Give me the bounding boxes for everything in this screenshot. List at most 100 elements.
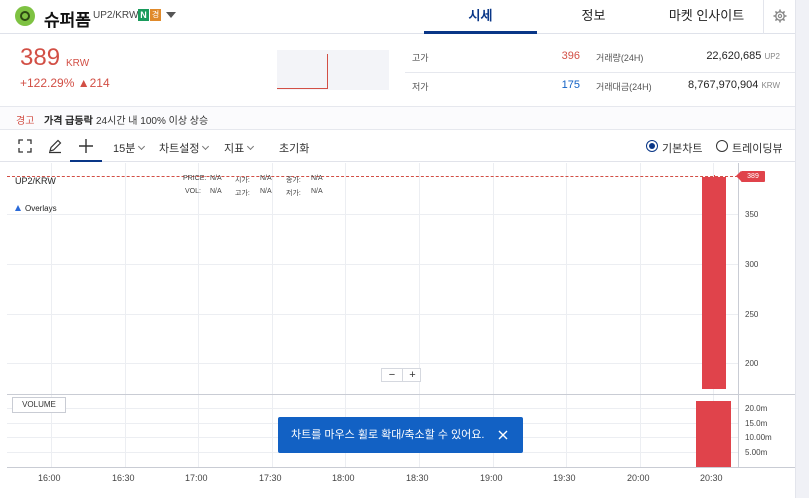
grid-line xyxy=(7,214,738,215)
overlays-label: Overlays xyxy=(25,204,57,213)
coin-name[interactable]: 슈퍼폼 xyxy=(44,6,91,31)
volume-tick: 10.00m xyxy=(745,433,772,442)
fullscreen-icon[interactable] xyxy=(17,138,33,154)
ohlc-price-label: PRICE: xyxy=(183,175,207,182)
volume-value: 22,620,685 UP2 xyxy=(680,50,780,62)
ohlc-close-label: 종가: xyxy=(286,177,301,184)
exchange-panel: 슈퍼폼 UP2/KRW N 경 시세 정보 마켓 인사이트 389 KRW +1… xyxy=(0,0,795,498)
last-price-line xyxy=(7,176,738,177)
time-tick: 20:30 xyxy=(700,473,723,483)
warning-tag: 경고 xyxy=(16,116,35,127)
current-price: 389 xyxy=(20,44,61,71)
interval-dropdown[interactable]: 15분 xyxy=(113,140,146,156)
indicator-dropdown[interactable]: 지표 xyxy=(224,140,255,156)
trade-amount-label: 거래대금(24H) xyxy=(596,82,652,92)
zoom-hint-toast: 차트를 마우스 휠로 확대/축소할 수 있어요. xyxy=(278,417,523,453)
gear-icon xyxy=(773,9,787,23)
warning-title: 가격 급등락 xyxy=(44,116,93,127)
time-tick: 20:00 xyxy=(627,473,650,483)
stats-divider xyxy=(405,72,795,73)
tradingview-label[interactable]: 트레이딩뷰 xyxy=(732,140,783,156)
triangle-icon xyxy=(15,205,21,211)
high-label: 고가 xyxy=(412,53,429,63)
chart-pair-label: UP2/KRW xyxy=(15,176,56,186)
interval-label: 15분 xyxy=(113,143,136,155)
price-candle[interactable] xyxy=(702,177,726,389)
price-unit: KRW xyxy=(66,58,90,69)
volume-bar[interactable] xyxy=(696,401,731,467)
volume-unit: UP2 xyxy=(764,52,780,61)
high-value: 396 xyxy=(561,50,580,62)
low-label: 저가 xyxy=(412,82,429,92)
reset-button[interactable]: 초기화 xyxy=(279,140,309,156)
mini-chart-spike xyxy=(327,54,328,89)
tradingview-radio[interactable] xyxy=(716,140,728,152)
change-percent: +122.29% xyxy=(20,76,75,90)
price-axis-line xyxy=(738,163,739,468)
scrollbar-gutter[interactable] xyxy=(795,0,809,498)
zoom-out-button[interactable]: − xyxy=(382,369,402,381)
price-tick: 350 xyxy=(745,210,759,219)
warning-badge: 경 xyxy=(150,9,161,21)
ohlc-low-label: 저가: xyxy=(286,190,301,197)
change-amount: ▲214 xyxy=(77,76,110,90)
ohlc-high-value: N/A xyxy=(260,188,272,195)
volume-amount: 22,620,685 xyxy=(706,50,762,62)
volume-tick: 20.0m xyxy=(745,404,768,413)
last-price-tag: 389 xyxy=(736,171,765,182)
price-tick: 200 xyxy=(745,359,759,368)
ohlc-low-value: N/A xyxy=(311,188,323,195)
settings-button[interactable] xyxy=(763,0,795,34)
time-tick: 17:00 xyxy=(185,473,208,483)
crosshair-plus-icon[interactable] xyxy=(78,138,94,154)
grid-line xyxy=(7,314,738,315)
warning-banner: 경고 가격 급등락 24시간 내 100% 이상 상승 xyxy=(0,106,795,130)
coin-logo-icon xyxy=(15,6,35,26)
price-tick: 300 xyxy=(745,260,759,269)
price-change: +122.29% ▲214 xyxy=(20,76,110,90)
basic-chart-radio[interactable] xyxy=(646,140,658,152)
trade-amount: 8,767,970,904 xyxy=(688,79,759,91)
time-tick: 18:30 xyxy=(406,473,429,483)
tab-sise[interactable]: 시세 xyxy=(424,0,537,34)
ohlc-vol-value: N/A xyxy=(210,188,222,195)
chart-settings-label: 차트설정 xyxy=(159,143,200,155)
close-icon[interactable] xyxy=(497,429,509,441)
overlays-toggle[interactable]: Overlays xyxy=(15,204,57,213)
time-tick: 16:30 xyxy=(112,473,135,483)
new-badge: N xyxy=(138,9,149,21)
zoom-in-button[interactable]: + xyxy=(402,369,422,381)
mini-price-chart xyxy=(277,50,389,90)
grid-line xyxy=(7,408,738,409)
ohlc-close-value: N/A xyxy=(311,175,323,182)
tab-market-insight[interactable]: 마켓 인사이트 xyxy=(650,0,763,34)
chevron-down-icon xyxy=(202,142,210,151)
trade-amount-value: 8,767,970,904 KRW xyxy=(670,79,780,91)
price-tick: 250 xyxy=(745,310,759,319)
grid-line xyxy=(7,264,738,265)
low-value: 175 xyxy=(561,79,580,91)
time-tick: 16:00 xyxy=(38,473,61,483)
time-axis-line xyxy=(7,467,795,468)
chevron-down-icon xyxy=(138,142,146,151)
chevron-down-icon xyxy=(247,142,255,151)
volume-pane-label[interactable]: VOLUME xyxy=(12,397,66,413)
time-tick: 19:30 xyxy=(553,473,576,483)
ohlc-high-label: 고가: xyxy=(235,190,250,197)
pane-separator[interactable] xyxy=(7,394,795,395)
chart-settings-dropdown[interactable]: 차트설정 xyxy=(159,140,210,156)
coin-dropdown-caret-icon[interactable] xyxy=(166,12,176,18)
grid-line xyxy=(7,363,738,364)
header-bar: 슈퍼폼 UP2/KRW N 경 시세 정보 마켓 인사이트 xyxy=(0,0,795,34)
ohlc-open-label: 시가: xyxy=(235,177,250,184)
ohlc-open-value: N/A xyxy=(260,175,272,182)
toast-message: 차트를 마우스 휠로 확대/축소할 수 있어요. xyxy=(291,429,485,441)
tab-info[interactable]: 정보 xyxy=(537,0,650,34)
crosshair-active-indicator xyxy=(70,160,102,162)
pencil-icon[interactable] xyxy=(47,138,63,154)
basic-chart-label[interactable]: 기본차트 xyxy=(662,140,702,156)
volume-tick: 15.0m xyxy=(745,419,768,428)
zoom-control: − + xyxy=(381,368,421,382)
warning-description: 24시간 내 100% 이상 상승 xyxy=(96,116,209,127)
ohlc-vol-label: VOL: xyxy=(185,188,201,195)
